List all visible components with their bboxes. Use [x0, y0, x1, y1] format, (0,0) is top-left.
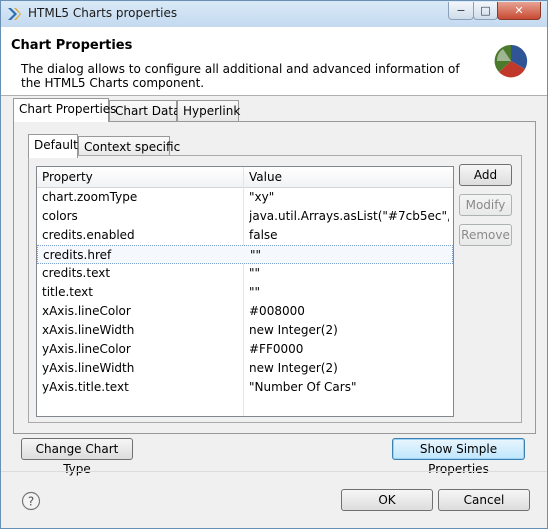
properties-table[interactable]: Property Value chart.zoomType "xy" colors j…: [36, 166, 454, 417]
close-button[interactable]: ✕: [497, 2, 541, 20]
table-row[interactable]: credits.text "": [37, 264, 453, 283]
table-header: Property Value: [37, 167, 453, 188]
table-row[interactable]: colors java.util.Arrays.asList("#7cb5ec",…: [37, 207, 453, 226]
table-row[interactable]: yAxis.lineWidth new Integer(2): [37, 359, 453, 378]
property-cell: title.text: [42, 285, 93, 299]
value-cell: false: [249, 228, 278, 242]
value-cell: new Integer(2): [249, 323, 338, 337]
tab-label: Default: [34, 138, 78, 152]
property-cell: yAxis.title.text: [42, 380, 129, 394]
show-simple-properties-button[interactable]: Show Simple Properties: [392, 438, 525, 476]
tab-chart-properties[interactable]: Chart Properties: [13, 98, 116, 122]
title-bar[interactable]: HTML5 Charts properties − □ ✕: [1, 1, 547, 27]
property-cell: yAxis.lineWidth: [42, 361, 135, 375]
remove-button[interactable]: Remove: [459, 224, 512, 246]
table-row[interactable]: title.text "": [37, 283, 453, 302]
value-cell: #008000: [249, 304, 305, 318]
cancel-button[interactable]: Cancel: [438, 489, 530, 511]
table-row[interactable]: yAxis.title.text "Number Of Cars": [37, 378, 453, 397]
ok-button[interactable]: OK: [341, 489, 433, 511]
modify-button[interactable]: Modify: [459, 194, 512, 216]
table-row[interactable]: xAxis.lineWidth new Integer(2): [37, 321, 453, 340]
property-cell: credits.href: [43, 248, 112, 262]
add-button[interactable]: Add: [459, 164, 512, 186]
column-header-value[interactable]: Value: [249, 170, 282, 184]
change-chart-type-button[interactable]: Change Chart Type: [21, 438, 133, 476]
app-logo-icon: [8, 8, 21, 20]
tab-label: Hyperlink: [183, 104, 241, 118]
window-title: HTML5 Charts properties: [28, 6, 178, 20]
property-cell: xAxis.lineWidth: [42, 323, 135, 337]
property-cell: yAxis.lineColor: [42, 342, 131, 356]
value-cell: java.util.Arrays.asList("#7cb5ec","#...: [249, 209, 449, 223]
property-cell: xAxis.lineColor: [42, 304, 131, 318]
value-cell: "": [250, 248, 262, 262]
property-cell: credits.enabled: [42, 228, 135, 242]
column-header-property[interactable]: Property: [42, 170, 93, 184]
value-cell: "": [249, 285, 261, 299]
minimize-button[interactable]: −: [448, 2, 474, 20]
table-row[interactable]: credits.enabled false: [37, 226, 453, 245]
dialog-header: Chart Properties The dialog allows to co…: [1, 27, 547, 96]
dialog-heading: Chart Properties: [11, 38, 133, 53]
table-row[interactable]: xAxis.lineColor #008000: [37, 302, 453, 321]
maximize-button[interactable]: □: [473, 2, 498, 20]
footer-divider: [1, 471, 547, 472]
value-cell: "xy": [249, 190, 275, 204]
value-cell: new Integer(2): [249, 361, 338, 375]
tab-label: Chart Data: [115, 104, 181, 118]
svg-text:?: ?: [28, 495, 34, 509]
value-cell: "Number Of Cars": [249, 380, 357, 394]
table-row[interactable]: yAxis.lineColor #FF0000: [37, 340, 453, 359]
property-cell: colors: [42, 209, 78, 223]
pie-chart-icon: [494, 44, 528, 78]
dialog-description: The dialog allows to configure all addit…: [21, 62, 460, 90]
tab-hyperlink[interactable]: Hyperlink: [177, 100, 241, 122]
tab-label: Context specific: [84, 140, 181, 154]
property-cell: credits.text: [42, 266, 111, 280]
dialog-window: HTML5 Charts properties − □ ✕ Chart Prop…: [0, 0, 548, 529]
tab-label: Chart Properties: [19, 102, 117, 116]
table-row[interactable]: chart.zoomType "xy": [37, 188, 453, 207]
help-icon[interactable]: ?: [21, 491, 41, 511]
value-cell: #FF0000: [249, 342, 304, 356]
tab-chart-data[interactable]: Chart Data: [109, 100, 181, 122]
tab-default[interactable]: Default: [28, 134, 78, 158]
value-cell: "": [249, 266, 261, 280]
table-row[interactable]: credits.href "": [37, 245, 453, 264]
property-cell: chart.zoomType: [42, 190, 138, 204]
